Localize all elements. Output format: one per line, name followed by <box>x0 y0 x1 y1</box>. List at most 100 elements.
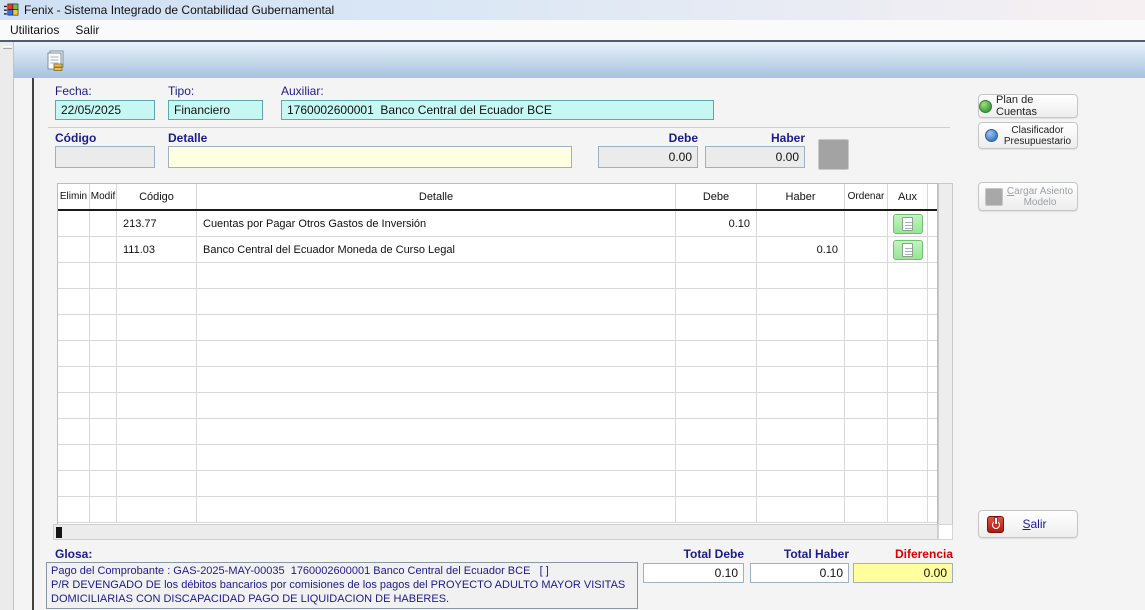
table-row[interactable] <box>58 289 937 315</box>
scrollbar-corner <box>938 524 953 540</box>
table-cell <box>197 315 676 341</box>
table-cell <box>845 393 888 419</box>
left-splitter-panel[interactable] <box>0 42 14 610</box>
table-cell <box>676 393 757 419</box>
table-cell <box>117 367 197 393</box>
table-cell <box>928 341 937 367</box>
fecha-input[interactable]: 22/05/2025 <box>55 100 155 120</box>
horizontal-scrollbar-thumb[interactable] <box>56 527 62 538</box>
menu-salir[interactable]: Salir <box>67 21 107 39</box>
cargar-asiento-modelo-button[interactable]: Cargar Asiento Modelo <box>978 182 1078 211</box>
window-title: Fenix - Sistema Integrado de Contabilida… <box>24 3 334 17</box>
table-row[interactable] <box>58 471 937 497</box>
table-cell <box>928 445 937 471</box>
tipo-input[interactable]: Financiero <box>168 100 263 120</box>
table-cell <box>888 445 928 471</box>
table-cell <box>757 419 845 445</box>
table-cell <box>757 341 845 367</box>
app-window-icon <box>4 3 19 17</box>
table-cell <box>90 419 117 445</box>
haber-input[interactable]: 0.00 <box>705 146 805 168</box>
table-row[interactable] <box>58 497 937 523</box>
salir-button[interactable]: Salir <box>978 510 1078 538</box>
splitter-handle[interactable] <box>3 46 12 49</box>
table-cell <box>928 419 937 445</box>
table-row[interactable] <box>58 263 937 289</box>
header-modif[interactable]: Modif <box>90 184 117 209</box>
table-cell <box>58 263 90 289</box>
detalle-input[interactable] <box>168 146 572 168</box>
table-cell <box>757 211 845 237</box>
menu-utilitarios[interactable]: Utilitarios <box>2 21 67 39</box>
table-cell <box>58 315 90 341</box>
aux-button[interactable] <box>893 240 923 260</box>
haber-label: Haber <box>705 131 805 145</box>
table-cell <box>197 419 676 445</box>
table-cell <box>58 419 90 445</box>
panel-left-border <box>32 78 34 610</box>
codigo-input[interactable] <box>55 146 155 168</box>
plan-de-cuentas-button[interactable]: Plan de Cuentas <box>978 94 1078 118</box>
table-cell <box>888 497 928 523</box>
header-codigo[interactable]: Código <box>117 184 197 209</box>
table-cell <box>90 237 117 263</box>
aux-button[interactable] <box>893 214 923 234</box>
table-row[interactable] <box>58 315 937 341</box>
auxiliar-input[interactable]: 1760002600001 Banco Central del Ecuador … <box>281 100 714 120</box>
table-cell <box>676 471 757 497</box>
table-cell <box>888 211 928 237</box>
table-cell <box>197 471 676 497</box>
clasificador-presupuestario-button[interactable]: Clasificador Presupuestario <box>978 122 1078 149</box>
table-row[interactable] <box>58 419 937 445</box>
cargar-asiento-label: Cargar Asiento Modelo <box>1003 186 1077 208</box>
document-icon <box>902 243 913 257</box>
header-ordenar[interactable]: Ordenar <box>845 184 888 209</box>
table-cell: 0.10 <box>757 237 845 263</box>
table-row[interactable]: 213.77Cuentas por Pagar Otros Gastos de … <box>58 211 937 237</box>
copy-document-toolbar-icon[interactable] <box>44 50 66 73</box>
header-haber[interactable]: Haber <box>757 184 845 209</box>
table-cell <box>928 315 937 341</box>
header-debe[interactable]: Debe <box>676 184 757 209</box>
table-cell: 0.10 <box>676 211 757 237</box>
glosa-line-1: Pago del Comprobante : GAS-2025-MAY-0003… <box>51 564 633 578</box>
table-cell <box>117 497 197 523</box>
fecha-label: Fecha: <box>55 84 92 98</box>
debe-input[interactable]: 0.00 <box>598 146 698 168</box>
table-cell <box>117 263 197 289</box>
glosa-textarea[interactable]: Pago del Comprobante : GAS-2025-MAY-0003… <box>46 562 638 609</box>
table-cell <box>928 393 937 419</box>
table-cell <box>117 289 197 315</box>
table-row[interactable] <box>58 341 937 367</box>
table-cell <box>197 263 676 289</box>
table-cell <box>757 471 845 497</box>
table-horizontal-scrollbar[interactable] <box>53 524 938 540</box>
table-cell: Cuentas por Pagar Otros Gastos de Invers… <box>197 211 676 237</box>
gray-square-icon <box>985 188 1003 206</box>
table-cell <box>197 289 676 315</box>
table-cell <box>845 211 888 237</box>
table-cell <box>58 367 90 393</box>
table-row[interactable] <box>58 393 937 419</box>
document-icon <box>902 217 913 231</box>
header-elimin[interactable]: Elimin <box>58 184 90 209</box>
table-cell <box>757 315 845 341</box>
table-cell <box>888 471 928 497</box>
table-body: 213.77Cuentas por Pagar Otros Gastos de … <box>58 211 937 523</box>
header-detalle[interactable]: Detalle <box>197 184 676 209</box>
total-haber-label: Total Haber <box>750 547 849 561</box>
total-debe-label: Total Debe <box>643 547 744 561</box>
table-row[interactable] <box>58 367 937 393</box>
table-cell <box>117 471 197 497</box>
table-cell <box>90 211 117 237</box>
table-cell <box>58 445 90 471</box>
table-cell <box>117 419 197 445</box>
table-vertical-scrollbar[interactable] <box>938 183 953 525</box>
table-cell <box>888 263 928 289</box>
header-aux[interactable]: Aux <box>888 184 928 209</box>
table-row[interactable] <box>58 445 937 471</box>
table-row[interactable]: 111.03Banco Central del Ecuador Moneda d… <box>58 237 937 263</box>
table-cell: 213.77 <box>117 211 197 237</box>
table-cell <box>928 211 937 237</box>
add-entry-button[interactable] <box>818 139 849 170</box>
